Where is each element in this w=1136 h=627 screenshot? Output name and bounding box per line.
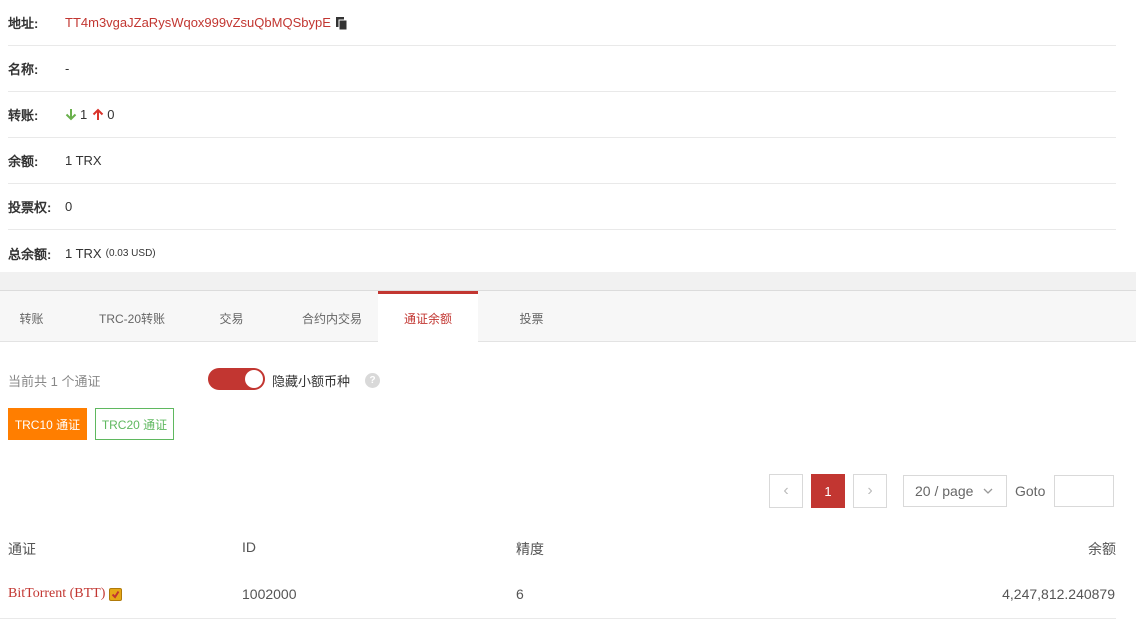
token-count-text: 当前共 1 个通证 (8, 374, 101, 389)
page-1-button[interactable]: 1 (811, 474, 845, 508)
transfers-label: 转账: (8, 108, 39, 123)
header-precision: 精度 (516, 541, 544, 557)
chevron-right-icon: › (867, 482, 873, 499)
page-size-select[interactable]: 20 / page (903, 475, 1007, 507)
hide-small-toggle[interactable] (208, 368, 265, 390)
toggle-knob (245, 370, 263, 388)
help-icon[interactable]: ? (365, 373, 380, 388)
total-value: 1 TRX (0.03 USD) (65, 246, 156, 261)
address-value: TT4m3vgaJZaRysWqox999vZsuQbMQSbypE (65, 15, 349, 30)
page-size-value: 20 / page (915, 483, 974, 499)
name-value: - (65, 61, 70, 76)
goto-label: Goto (1015, 483, 1046, 499)
total-usd: (0.03 USD) (105, 247, 156, 259)
prev-page-button[interactable]: ‹ (769, 474, 803, 508)
tab-bar: 转账 TRC-20转账 交易 合约内交易 通证余额 投票 (0, 290, 1136, 343)
tab-trc20-transfers[interactable]: TRC-20转账 (86, 291, 178, 342)
token-id: 1002000 (242, 586, 297, 602)
chevron-left-icon: ‹ (783, 482, 789, 499)
address-link[interactable]: TT4m3vgaJZaRysWqox999vZsuQbMQSbypE (65, 15, 331, 30)
arrow-down-icon (65, 108, 77, 121)
total-label: 总余额: (8, 246, 52, 262)
name-label: 名称: (8, 62, 39, 77)
next-page-button[interactable]: › (853, 474, 887, 508)
header-balance: 余额 (1088, 541, 1116, 557)
name-row: 名称: - (8, 46, 1116, 92)
verified-icon (109, 587, 123, 601)
row-divider (0, 618, 1116, 619)
tab-token-balances[interactable]: 通证余额 (378, 291, 478, 343)
votes-row: 投票权: 0 (8, 184, 1116, 230)
goto-input[interactable] (1054, 475, 1114, 507)
header-token: 通证 (8, 541, 36, 557)
total-trx: 1 TRX (65, 245, 102, 261)
arrow-up-icon (92, 108, 104, 121)
tab-transfers[interactable]: 转账 (0, 291, 63, 342)
tab-transactions[interactable]: 交易 (200, 291, 263, 342)
balance-label: 余额: (8, 154, 39, 169)
transfers-out-count: 0 (107, 107, 115, 122)
votes-label: 投票权: (8, 200, 52, 215)
tab-votes[interactable]: 投票 (500, 291, 563, 342)
trc20-button[interactable]: TRC20 通证 (95, 408, 174, 440)
chevron-down-icon (982, 484, 994, 500)
total-row: 总余额: 1 TRX (0.03 USD) (8, 230, 1116, 276)
transfers-value: 1 0 (65, 107, 114, 122)
copy-icon[interactable] (335, 16, 349, 30)
hide-small-label: 隐藏小额币种 (272, 374, 351, 389)
transfers-row: 转账: 1 0 (8, 92, 1116, 138)
transfers-in-count: 1 (80, 107, 88, 122)
balance-value: 1 TRX (65, 153, 102, 168)
token-balance: 4,247,812.240879 (1002, 586, 1115, 602)
address-row: 地址: TT4m3vgaJZaRysWqox999vZsuQbMQSbypE (8, 0, 1116, 46)
token-precision: 6 (516, 586, 524, 602)
header-id: ID (242, 539, 256, 555)
section-divider (0, 272, 1136, 290)
token-link[interactable]: BitTorrent (BTT) (8, 586, 123, 602)
tab-internal-transactions[interactable]: 合约内交易 (288, 291, 376, 342)
address-label: 地址: (8, 16, 39, 31)
votes-value: 0 (65, 199, 73, 214)
account-info: 地址: TT4m3vgaJZaRysWqox999vZsuQbMQSbypE 名… (0, 0, 1116, 276)
token-name: BitTorrent (BTT) (8, 586, 106, 601)
balance-row: 余额: 1 TRX (8, 138, 1116, 184)
trc10-button[interactable]: TRC10 通证 (8, 408, 87, 440)
